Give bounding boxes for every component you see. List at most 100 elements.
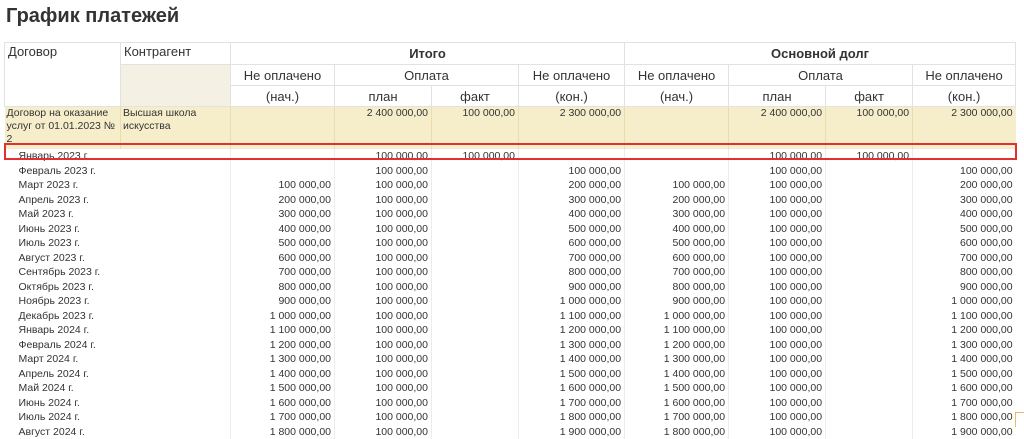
table-row[interactable]: Июль 2023 г.500 000,00100 000,00600 000,… bbox=[5, 236, 1016, 251]
principal-fact-cell bbox=[826, 323, 913, 338]
table-row[interactable]: Июнь 2023 г.400 000,00100 000,00500 000,… bbox=[5, 222, 1016, 237]
table-row[interactable]: Сентябрь 2023 г.700 000,00100 000,00800 … bbox=[5, 265, 1016, 280]
table-row[interactable]: Январь 2023 г.100 000,00100 000,00100 00… bbox=[5, 149, 1016, 164]
total-fact-cell bbox=[432, 222, 519, 237]
total-unpaid-start-cell: 1 000 000,00 bbox=[231, 309, 335, 324]
table-row[interactable]: Май 2023 г.300 000,00100 000,00400 000,0… bbox=[5, 207, 1016, 222]
table-row[interactable]: Январь 2024 г.1 100 000,00100 000,001 20… bbox=[5, 323, 1016, 338]
principal-unpaid-start-cell: 1 100 000,00 bbox=[625, 323, 729, 338]
principal-unpaid-end-cell bbox=[913, 149, 1016, 164]
table-row[interactable]: Июль 2024 г.1 700 000,00100 000,001 800 … bbox=[5, 410, 1016, 425]
total-fact-cell bbox=[432, 236, 519, 251]
total-unpaid-end-cell: 1 700 000,00 bbox=[519, 396, 625, 411]
period-cell: Март 2023 г. bbox=[5, 178, 231, 193]
total-fact-cell bbox=[432, 294, 519, 309]
principal-unpaid-start-cell bbox=[625, 164, 729, 179]
table-row[interactable]: Июнь 2024 г.1 600 000,00100 000,001 700 … bbox=[5, 396, 1016, 411]
total-fact-cell bbox=[432, 178, 519, 193]
header-contract[interactable]: Договор bbox=[5, 43, 121, 107]
contract-total-plan: 2 400 000,00 bbox=[335, 107, 432, 150]
principal-unpaid-start-cell: 700 000,00 bbox=[625, 265, 729, 280]
principal-unpaid-start-cell: 1 000 000,00 bbox=[625, 309, 729, 324]
table-row[interactable]: Ноябрь 2023 г.900 000,00100 000,001 000 … bbox=[5, 294, 1016, 309]
table-row[interactable]: Март 2023 г. 100 000,00 100 000,00 200 000,… bbox=[5, 178, 1016, 193]
table-row[interactable]: Февраль 2023 г.100 000,00100 000,00100 0… bbox=[5, 164, 1016, 179]
period-cell: Май 2024 г. bbox=[5, 381, 231, 396]
period-cell: Январь 2024 г. bbox=[5, 323, 231, 338]
total-fact-cell bbox=[432, 396, 519, 411]
table-row[interactable]: Апрель 2024 г.1 400 000,00100 000,001 50… bbox=[5, 367, 1016, 382]
principal-unpaid-start-cell bbox=[625, 149, 729, 164]
principal-unpaid-start-cell: 900 000,00 bbox=[625, 294, 729, 309]
header-counterparty[interactable]: Контрагент bbox=[121, 43, 231, 65]
header-total-payment: Оплата bbox=[335, 65, 519, 86]
header-total-plan[interactable]: план bbox=[335, 86, 432, 107]
total-unpaid-start-cell: 300 000,00 bbox=[231, 207, 335, 222]
header-principal-plan[interactable]: план bbox=[729, 86, 826, 107]
principal-plan-cell: 100 000,00 bbox=[729, 178, 826, 193]
table-row[interactable]: Февраль 2024 г.1 200 000,00100 000,001 3… bbox=[5, 338, 1016, 353]
total-fact-cell bbox=[432, 207, 519, 222]
total-plan-cell: 100 000,00 bbox=[335, 323, 432, 338]
total-plan-cell: 100 000,00 bbox=[335, 265, 432, 280]
contract-row[interactable]: Договор на оказание услуг от 01.01.2023 … bbox=[5, 107, 1016, 150]
period-cell: Июнь 2023 г. bbox=[5, 222, 231, 237]
period-cell: Январь 2023 г. bbox=[5, 149, 231, 164]
period-cell: Июль 2023 г. bbox=[5, 236, 231, 251]
total-unpaid-end-cell: 1 600 000,00 bbox=[519, 381, 625, 396]
contract-principal-unpaid-end: 2 300 000,00 bbox=[913, 107, 1016, 150]
principal-unpaid-end-cell: 600 000,00 bbox=[913, 236, 1016, 251]
header-total-unpaid-start[interactable]: Не оплачено bbox=[231, 65, 335, 86]
total-plan-cell: 100 000,00 bbox=[335, 410, 432, 425]
table-row[interactable]: Август 2023 г.600 000,00100 000,00700 00… bbox=[5, 251, 1016, 266]
principal-unpaid-end-cell: 1 100 000,00 bbox=[913, 309, 1016, 324]
period-cell: Сентябрь 2023 г. bbox=[5, 265, 231, 280]
total-plan-cell: 100 000,00 bbox=[335, 178, 432, 193]
total-unpaid-end-cell: 200 000,00 bbox=[519, 178, 625, 193]
total-fact-cell bbox=[432, 381, 519, 396]
header-total-fact[interactable]: факт bbox=[432, 86, 519, 107]
table-row[interactable]: Декабрь 2023 г.1 000 000,00100 000,001 1… bbox=[5, 309, 1016, 324]
table-row[interactable]: Апрель 2023 г.200 000,00100 000,00300 00… bbox=[5, 193, 1016, 208]
contract-principal-fact: 100 000,00 bbox=[826, 107, 913, 150]
header-principal-unpaid-end[interactable]: Не оплачено bbox=[913, 65, 1016, 86]
header-total-unpaid-end[interactable]: Не оплачено bbox=[519, 65, 625, 86]
total-plan-cell: 100 000,00 bbox=[335, 207, 432, 222]
principal-unpaid-end-cell: 1 300 000,00 bbox=[913, 338, 1016, 353]
principal-unpaid-end-cell: 100 000,00 bbox=[913, 164, 1016, 179]
principal-fact-cell bbox=[826, 367, 913, 382]
principal-unpaid-end-cell: 1 500 000,00 bbox=[913, 367, 1016, 382]
period-cell: Октябрь 2023 г. bbox=[5, 280, 231, 295]
counterparty-name[interactable]: Высшая школа искусства bbox=[121, 107, 231, 150]
principal-unpaid-start-cell: 400 000,00 bbox=[625, 222, 729, 237]
total-unpaid-end-cell bbox=[519, 149, 625, 164]
period-cell: Декабрь 2023 г. bbox=[5, 309, 231, 324]
principal-plan-cell: 100 000,00 bbox=[729, 410, 826, 425]
principal-plan-cell: 100 000,00 bbox=[729, 309, 826, 324]
principal-fact-cell bbox=[826, 381, 913, 396]
principal-unpaid-start-cell: 200 000,00 bbox=[625, 193, 729, 208]
total-unpaid-end-cell: 1 800 000,00 bbox=[519, 410, 625, 425]
principal-fact-cell bbox=[826, 338, 913, 353]
principal-fact-cell bbox=[826, 294, 913, 309]
principal-plan-cell: 100 000,00 bbox=[729, 396, 826, 411]
total-plan-cell: 100 000,00 bbox=[335, 193, 432, 208]
principal-plan-cell: 100 000,00 bbox=[729, 352, 826, 367]
page-title: График платежей bbox=[6, 3, 179, 29]
principal-unpaid-start-cell: 1 600 000,00 bbox=[625, 396, 729, 411]
period-label: Март 2024 г. bbox=[19, 353, 79, 365]
total-unpaid-start-cell: 1 200 000,00 bbox=[231, 338, 335, 353]
table-row[interactable]: Октябрь 2023 г.800 000,00100 000,00900 0… bbox=[5, 280, 1016, 295]
principal-unpaid-end-cell: 200 000,00 bbox=[913, 178, 1016, 193]
table-row[interactable]: Март 2024 г.1 300 000,00100 000,001 400 … bbox=[5, 352, 1016, 367]
total-plan-cell: 100 000,00 bbox=[335, 222, 432, 237]
header-principal-fact[interactable]: факт bbox=[826, 86, 913, 107]
principal-fact-cell bbox=[826, 265, 913, 280]
cell-resize-handle[interactable] bbox=[1015, 412, 1024, 427]
contract-name[interactable]: Договор на оказание услуг от 01.01.2023 … bbox=[5, 107, 121, 150]
period-label: Апрель 2024 г. bbox=[19, 368, 89, 380]
header-principal-unpaid-start[interactable]: Не оплачено bbox=[625, 65, 729, 86]
principal-unpaid-end-cell: 900 000,00 bbox=[913, 280, 1016, 295]
period-cell: Июль 2024 г. bbox=[5, 410, 231, 425]
table-row[interactable]: Май 2024 г.1 500 000,00100 000,001 600 0… bbox=[5, 381, 1016, 396]
